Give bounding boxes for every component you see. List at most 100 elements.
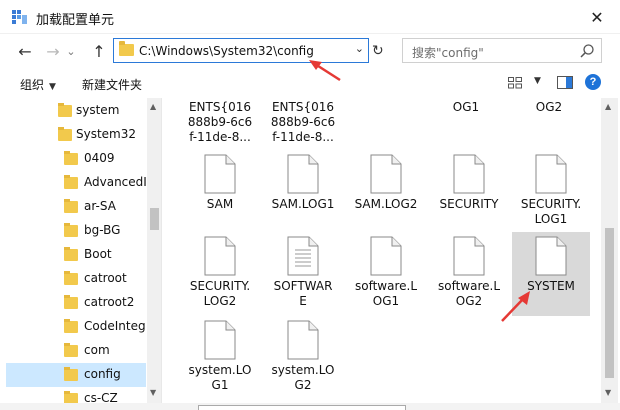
tree-item[interactable]: com — [6, 339, 146, 363]
view-options-icon[interactable] — [508, 77, 522, 89]
file-item[interactable]: SAM.LOG1 — [264, 150, 342, 234]
back-button[interactable]: ← — [14, 40, 36, 62]
tree-scroll-thumb[interactable] — [150, 208, 159, 230]
scroll-up-icon[interactable]: ▲ — [150, 102, 156, 111]
new-folder-label: 新建文件夹 — [82, 78, 143, 92]
tree-item[interactable]: ar-SA — [6, 195, 146, 219]
file-name: SOFTWAR E — [273, 279, 333, 308]
file-item[interactable]: SECURITY. LOG2 — [181, 232, 259, 316]
tree-item[interactable]: catroot — [6, 267, 146, 291]
file-item[interactable]: software.L OG1 — [347, 232, 425, 316]
tree-item-label: cs-CZ — [84, 391, 118, 403]
file-list-scrollbar[interactable]: ▲ ▼ — [601, 98, 618, 403]
organize-button[interactable]: 组织 ▼ — [20, 76, 56, 93]
navigation-bar: ← → ⌄ ↑ C:\Windows\System32\config ⌄ ↻ 搜… — [0, 34, 620, 68]
tree-item-label: catroot2 — [84, 295, 135, 309]
tree-item[interactable]: AdvancedI — [6, 171, 147, 195]
chevron-down-icon: ⌄ — [66, 44, 76, 58]
up-button[interactable]: ↑ — [88, 40, 110, 62]
view-dropdown-icon[interactable]: ▼ — [534, 76, 541, 86]
tree-scrollbar[interactable]: ▲ ▼ — [147, 98, 161, 403]
file-icon — [370, 154, 402, 194]
file-item[interactable]: software.L OG2 — [430, 232, 508, 316]
scroll-up-icon[interactable]: ▲ — [605, 102, 611, 111]
preview-pane-icon[interactable] — [557, 76, 573, 89]
file-name: SECURITY — [439, 197, 499, 211]
file-item[interactable]: SECURITY. LOG1 — [512, 150, 590, 234]
scroll-down-icon[interactable]: ▼ — [605, 388, 611, 397]
folder-icon — [64, 247, 78, 261]
tree-item[interactable]: catroot2 — [6, 291, 146, 315]
scroll-down-icon[interactable]: ▼ — [150, 388, 156, 397]
tree-item-label: CodeInteg — [84, 319, 146, 333]
file-name: SAM.LOG1 — [271, 197, 335, 211]
help-icon[interactable]: ? — [585, 74, 601, 90]
file-item-partial[interactable]: OG1 — [427, 100, 505, 115]
navigation-tree: cs-CZ config com CodeInteg catroot2 catroot Bo… — [0, 98, 162, 403]
search-icon[interactable] — [579, 43, 595, 59]
file-item[interactable]: SECURITY — [430, 150, 508, 234]
tree-item-label: Boot — [84, 247, 112, 261]
file-name: software.L OG2 — [437, 279, 501, 308]
tree-item-label: System32 — [76, 127, 137, 141]
tree-item-label: bg-BG — [84, 223, 121, 237]
file-name: SECURITY. LOG2 — [189, 279, 251, 308]
tree-item-label: AdvancedI — [84, 175, 147, 189]
window-title: 加载配置单元 — [36, 13, 115, 28]
tree-item[interactable]: 0409 — [6, 147, 146, 171]
forward-button[interactable]: → — [42, 40, 64, 62]
tree-item[interactable]: CodeInteg — [6, 315, 146, 339]
folder-icon — [64, 343, 78, 357]
search-box[interactable]: 搜索"config" — [402, 38, 602, 63]
folder-icon — [64, 295, 78, 309]
folder-icon — [64, 223, 78, 237]
tree-item-label: system — [76, 103, 120, 117]
organize-label: 组织 — [20, 78, 45, 92]
tree-item-label: catroot — [84, 271, 127, 285]
file-name: SECURITY. LOG1 — [520, 197, 582, 226]
tree-item[interactable]: System32 — [6, 123, 146, 147]
file-item-partial[interactable]: ENTS{016 888b9-6c6 f-11de-8... — [181, 100, 259, 145]
file-item-partial[interactable]: ENTS{016 888b9-6c6 f-11de-8... — [264, 100, 342, 145]
folder-icon — [64, 175, 78, 189]
folder-icon — [119, 41, 134, 56]
file-item[interactable]: SYSTEM — [512, 232, 590, 316]
folder-icon — [58, 127, 72, 141]
new-folder-button[interactable]: 新建文件夹 — [82, 76, 142, 93]
file-name: SAM — [206, 197, 234, 211]
filename-input-edge[interactable] — [198, 405, 406, 410]
caret-down-icon: ▼ — [49, 82, 56, 92]
title-bar: 加载配置单元 ✕ — [0, 0, 620, 34]
file-name: system.LO G1 — [188, 363, 252, 392]
address-bar[interactable]: C:\Windows\System32\config ⌄ — [113, 38, 369, 63]
toolbar: 组织 ▼ 新建文件夹 ▼ ? — [0, 68, 620, 98]
file-item[interactable]: SAM — [181, 150, 259, 234]
file-icon — [204, 154, 236, 194]
file-icon — [535, 236, 567, 276]
file-name: SAM.LOG2 — [354, 197, 418, 211]
file-item[interactable]: system.LO G2 — [264, 316, 342, 400]
tree-item[interactable]: bg-BG — [6, 219, 146, 243]
file-icon — [370, 236, 402, 276]
tree-item[interactable]: system — [6, 99, 146, 123]
chevron-down-icon[interactable]: ⌄ — [355, 42, 364, 55]
tree-item[interactable]: cs-CZ — [6, 387, 146, 403]
recent-locations-button[interactable]: ⌄ — [64, 40, 78, 62]
file-item[interactable]: SAM.LOG2 — [347, 150, 425, 234]
tree-item[interactable]: Boot — [6, 243, 146, 267]
tree-item[interactable]: config — [6, 363, 146, 387]
file-icon — [287, 320, 319, 360]
file-item-partial[interactable]: OG2 — [510, 100, 588, 115]
file-item[interactable]: SOFTWAR E — [264, 232, 342, 316]
file-list-scroll-thumb[interactable] — [605, 228, 614, 378]
search-placeholder: 搜索"config" — [412, 46, 484, 60]
close-button[interactable]: ✕ — [574, 0, 620, 34]
arrow-up-icon: ↑ — [92, 41, 106, 61]
folder-icon — [64, 151, 78, 165]
close-icon: ✕ — [590, 7, 604, 27]
file-icon — [204, 320, 236, 360]
folder-icon — [64, 319, 78, 333]
file-item[interactable]: system.LO G1 — [181, 316, 259, 400]
folder-icon — [64, 199, 78, 213]
refresh-icon[interactable]: ↻ — [372, 43, 384, 59]
